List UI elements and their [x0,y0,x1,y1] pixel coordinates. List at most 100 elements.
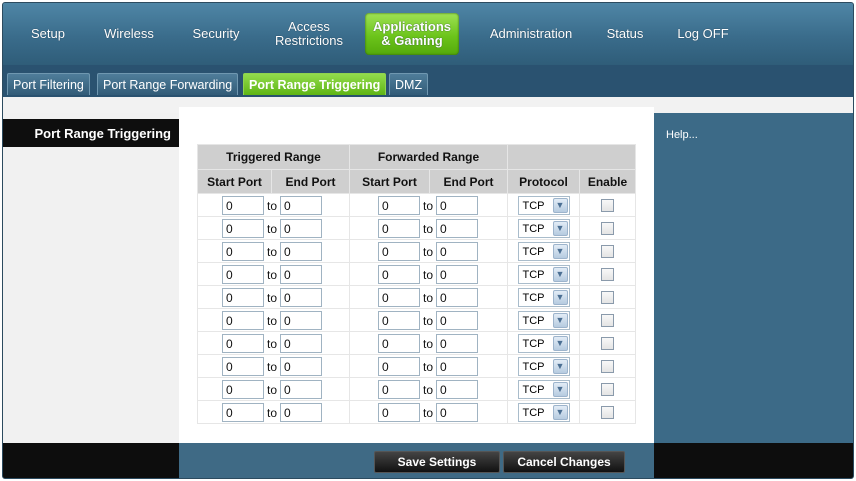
nav-access-restrictions[interactable]: Access Restrictions [259,3,359,65]
to-label: to [423,245,434,259]
protocol-cell: TCP ▼ [507,331,580,355]
nav-setup[interactable]: Setup [17,3,79,65]
forwarded-end-port-input[interactable] [436,334,478,353]
chevron-down-icon: ▼ [552,335,568,351]
triggered-end-port-input[interactable] [280,357,322,376]
protocol-select[interactable]: TCP ▼ [517,241,570,261]
triggered-start-port-input[interactable] [222,403,264,422]
forwarded-end-port-input[interactable] [436,311,478,330]
forwarded-start-port-input[interactable] [378,357,420,376]
protocol-value: TCP [522,406,545,419]
nav-status[interactable]: Status [599,3,651,65]
chevron-down-icon: ▼ [552,289,568,305]
enable-cell [579,262,636,286]
enable-checkbox[interactable] [601,198,614,212]
forwarded-end-port-input[interactable] [436,242,478,261]
enable-checkbox[interactable] [601,359,614,373]
triggered-range-cell: to [197,400,350,424]
protocol-value: TCP [522,222,545,235]
chevron-down-icon: ▼ [552,220,568,236]
protocol-select[interactable]: TCP ▼ [517,264,570,284]
protocol-select[interactable]: TCP ▼ [517,402,570,422]
triggered-range-cell: to [197,285,350,309]
nav-security[interactable]: Security [181,3,251,65]
save-settings-button[interactable]: Save Settings [374,451,500,473]
protocol-select[interactable]: TCP ▼ [517,195,570,215]
triggered-end-port-input[interactable] [280,219,322,238]
forwarded-start-port-input[interactable] [378,265,420,284]
triggered-start-port-input[interactable] [222,334,264,353]
triggered-range-cell: to [197,239,350,263]
tab-port-range-triggering[interactable]: Port Range Triggering [243,73,387,95]
protocol-select[interactable]: TCP ▼ [517,310,570,330]
forwarded-end-port-input[interactable] [436,265,478,284]
forwarded-start-port-input[interactable] [378,196,420,215]
cancel-changes-button[interactable]: Cancel Changes [503,451,625,473]
forwarded-range-cell: to [349,377,508,401]
forwarded-range-cell: to [349,239,508,263]
forwarded-start-port-input[interactable] [378,219,420,238]
forwarded-start-port-input[interactable] [378,288,420,307]
forwarded-range-cell: to [349,216,508,240]
forwarded-end-port-input[interactable] [436,196,478,215]
triggered-end-port-input[interactable] [280,403,322,422]
triggered-start-port-input[interactable] [222,265,264,284]
protocol-select[interactable]: TCP ▼ [517,356,570,376]
protocol-cell: TCP ▼ [507,377,580,401]
nav-log-off[interactable]: Log OFF [671,3,735,65]
triggered-end-port-input[interactable] [280,242,322,261]
triggered-end-port-input[interactable] [280,334,322,353]
to-label: to [423,222,434,236]
protocol-select[interactable]: TCP ▼ [517,379,570,399]
forwarded-start-port-input[interactable] [378,334,420,353]
protocol-select[interactable]: TCP ▼ [517,218,570,238]
forwarded-end-port-input[interactable] [436,380,478,399]
enable-checkbox[interactable] [601,267,614,281]
sub-tabs: Port Filtering Port Range Forwarding Por… [3,65,853,97]
triggered-end-port-input[interactable] [280,196,322,215]
triggered-start-port-input[interactable] [222,219,264,238]
forwarded-end-port-input[interactable] [436,357,478,376]
triggered-start-port-input[interactable] [222,357,264,376]
enable-checkbox[interactable] [601,336,614,350]
triggered-start-port-input[interactable] [222,311,264,330]
enable-checkbox[interactable] [601,382,614,396]
protocol-select[interactable]: TCP ▼ [517,333,570,353]
forwarded-end-port-input[interactable] [436,288,478,307]
enable-checkbox[interactable] [601,221,614,235]
enable-checkbox[interactable] [601,244,614,258]
triggered-end-port-input[interactable] [280,288,322,307]
protocol-select[interactable]: TCP ▼ [517,287,570,307]
enable-checkbox[interactable] [601,405,614,419]
enable-checkbox[interactable] [601,313,614,327]
tab-port-filtering[interactable]: Port Filtering [7,73,90,95]
protocol-value: TCP [522,291,545,304]
chevron-down-icon: ▼ [552,404,568,420]
triggered-end-port-input[interactable] [280,311,322,330]
triggered-end-port-input[interactable] [280,380,322,399]
forwarded-end-port-input[interactable] [436,403,478,422]
forwarded-start-port-input[interactable] [378,403,420,422]
enable-checkbox[interactable] [601,290,614,304]
triggered-range-header: Triggered Range [197,144,350,170]
tab-port-range-forwarding[interactable]: Port Range Forwarding [97,73,239,95]
nav-applications-gaming[interactable]: Applications & Gaming [365,13,459,55]
help-link[interactable]: Help... [666,129,698,141]
nav-wireless[interactable]: Wireless [91,3,167,65]
table-row: to to TCP ▼ [197,331,636,355]
col-forwarded-end: End Port [429,169,508,194]
triggered-start-port-input[interactable] [222,242,264,261]
triggered-start-port-input[interactable] [222,380,264,399]
tab-dmz[interactable]: DMZ [389,73,429,95]
to-label: to [423,406,434,420]
forwarded-start-port-input[interactable] [378,242,420,261]
triggered-start-port-input[interactable] [222,288,264,307]
triggered-end-port-input[interactable] [280,265,322,284]
triggered-start-port-input[interactable] [222,196,264,215]
forwarded-end-port-input[interactable] [436,219,478,238]
forwarded-start-port-input[interactable] [378,311,420,330]
main-content: Triggered Range Forwarded Range Start Po… [179,107,654,443]
forwarded-start-port-input[interactable] [378,380,420,399]
protocol-cell: TCP ▼ [507,354,580,378]
nav-administration[interactable]: Administration [479,3,583,65]
